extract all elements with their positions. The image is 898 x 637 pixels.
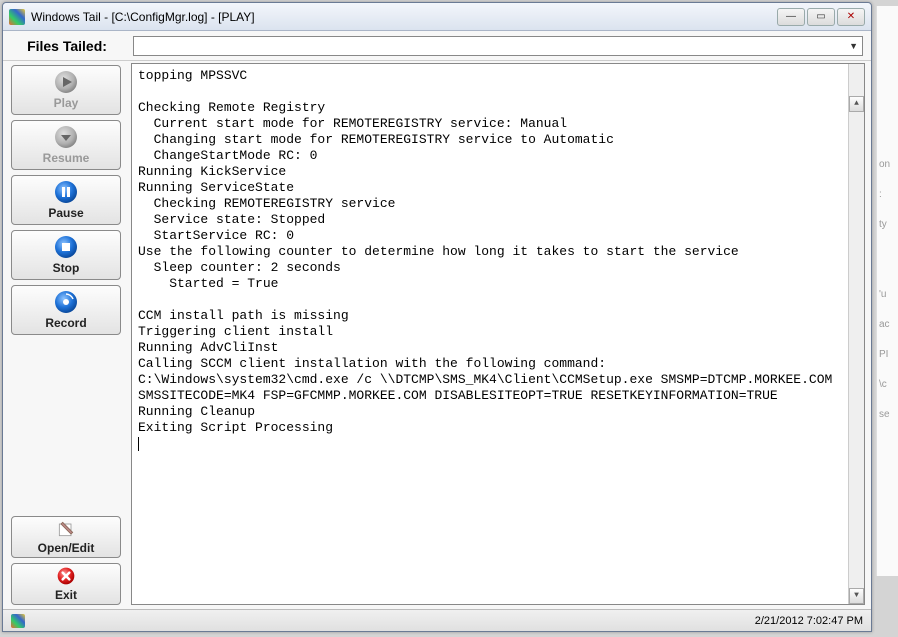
chevron-down-icon: ▼ [849,41,858,51]
log-content: topping MPSSVC Checking Remote Registry … [138,68,832,435]
window-title: Windows Tail - [C:\ConfigMgr.log] - [PLA… [31,10,777,24]
statusbar: 2/21/2012 7:02:47 PM [3,609,871,631]
pause-label: Pause [48,206,83,220]
close-button[interactable]: ✕ [837,8,865,26]
play-icon [54,70,78,94]
status-app-icon [11,614,25,628]
vertical-scrollbar[interactable]: ▲ ▼ [848,64,864,604]
play-label: Play [54,96,79,110]
stop-icon [54,235,78,259]
text-cursor [138,437,139,451]
app-icon [9,9,25,25]
record-button[interactable]: Record [11,285,121,335]
main-window: Windows Tail - [C:\ConfigMgr.log] - [PLA… [2,2,872,632]
exit-button[interactable]: Exit [11,563,121,605]
resume-label: Resume [43,151,90,165]
scroll-track[interactable] [849,80,864,588]
titlebar[interactable]: Windows Tail - [C:\ConfigMgr.log] - [PLA… [3,3,871,31]
pause-icon [54,180,78,204]
stop-label: Stop [53,261,80,275]
minimize-button[interactable]: — [777,8,805,26]
record-icon [54,290,78,314]
sidebar: Play Resume Pause Stop Record Open/Edi [3,61,131,609]
edit-icon [56,519,76,539]
exit-label: Exit [55,588,77,602]
scroll-down-button[interactable]: ▼ [849,588,864,604]
files-tailed-label: Files Tailed: [11,38,123,54]
open-edit-button[interactable]: Open/Edit [11,516,121,558]
resume-button[interactable]: Resume [11,120,121,170]
log-textarea[interactable]: topping MPSSVC Checking Remote Registry … [131,63,865,605]
toolbar-row: Files Tailed: ▼ [3,31,871,61]
file-select-dropdown[interactable]: ▼ [133,36,863,56]
exit-icon [56,566,76,586]
stop-button[interactable]: Stop [11,230,121,280]
maximize-button[interactable]: ▭ [807,8,835,26]
pause-button[interactable]: Pause [11,175,121,225]
resume-icon [54,125,78,149]
record-label: Record [45,316,86,330]
background-window-edge: on : ty 'u ac PI \c se [876,6,898,576]
open-edit-label: Open/Edit [38,541,95,555]
play-button[interactable]: Play [11,65,121,115]
window-controls: — ▭ ✕ [777,8,865,26]
content-area: Play Resume Pause Stop Record Open/Edi [3,61,871,609]
status-datetime: 2/21/2012 7:02:47 PM [755,615,863,627]
